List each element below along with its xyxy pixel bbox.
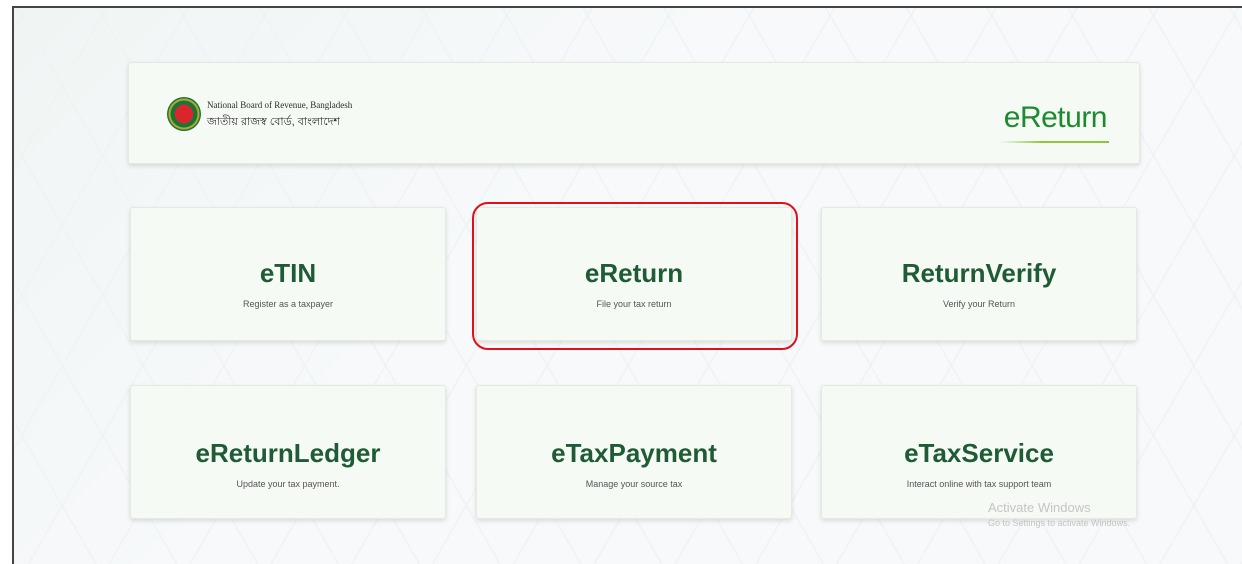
logo-underline: [999, 141, 1109, 143]
ereturn-card[interactable]: eReturn File your tax return: [476, 207, 792, 341]
org-name-english: National Board of Revenue, Bangladesh: [207, 100, 353, 110]
card-subtitle: Interact online with tax support team: [906, 479, 1052, 489]
card-title: eTaxService: [904, 438, 1054, 468]
watermark-title: Activate Windows: [988, 500, 1091, 515]
card-title: eTIN: [259, 258, 317, 288]
card-subtitle: Register as a taxpayer: [242, 299, 334, 309]
card-title: ReturnVerify: [901, 258, 1057, 288]
header-banner: National Board of Revenue, Bangladesh জা…: [128, 62, 1140, 164]
org-name-bangla: জাতীয় রাজস্ব বোর্ড, বাংলাদেশ: [207, 116, 340, 128]
card-subtitle: File your tax return: [596, 299, 672, 309]
returnverify-card[interactable]: ReturnVerify Verify your Return: [821, 207, 1137, 341]
ereturn-logo[interactable]: eReturn: [1004, 101, 1108, 135]
card-title: eReturn: [584, 258, 684, 288]
nbr-emblem-icon: [167, 97, 201, 131]
card-subtitle: Manage your source tax: [585, 479, 683, 489]
card-title: eTaxPayment: [551, 438, 717, 468]
etaxpayment-card[interactable]: eTaxPayment Manage your source tax: [476, 385, 792, 519]
ereturnledger-card[interactable]: eReturnLedger Update your tax payment.: [130, 385, 446, 519]
card-title: eReturnLedger: [195, 438, 381, 468]
etin-card[interactable]: eTIN Register as a taxpayer: [130, 207, 446, 341]
card-subtitle: Verify your Return: [942, 299, 1016, 309]
watermark-subtitle: Go to Settings to activate Windows.: [988, 518, 1131, 528]
activate-windows-watermark: Activate Windows Go to Settings to activ…: [988, 500, 1130, 528]
card-subtitle: Update your tax payment.: [236, 479, 340, 489]
etaxservice-card[interactable]: eTaxService Interact online with tax sup…: [821, 385, 1137, 519]
